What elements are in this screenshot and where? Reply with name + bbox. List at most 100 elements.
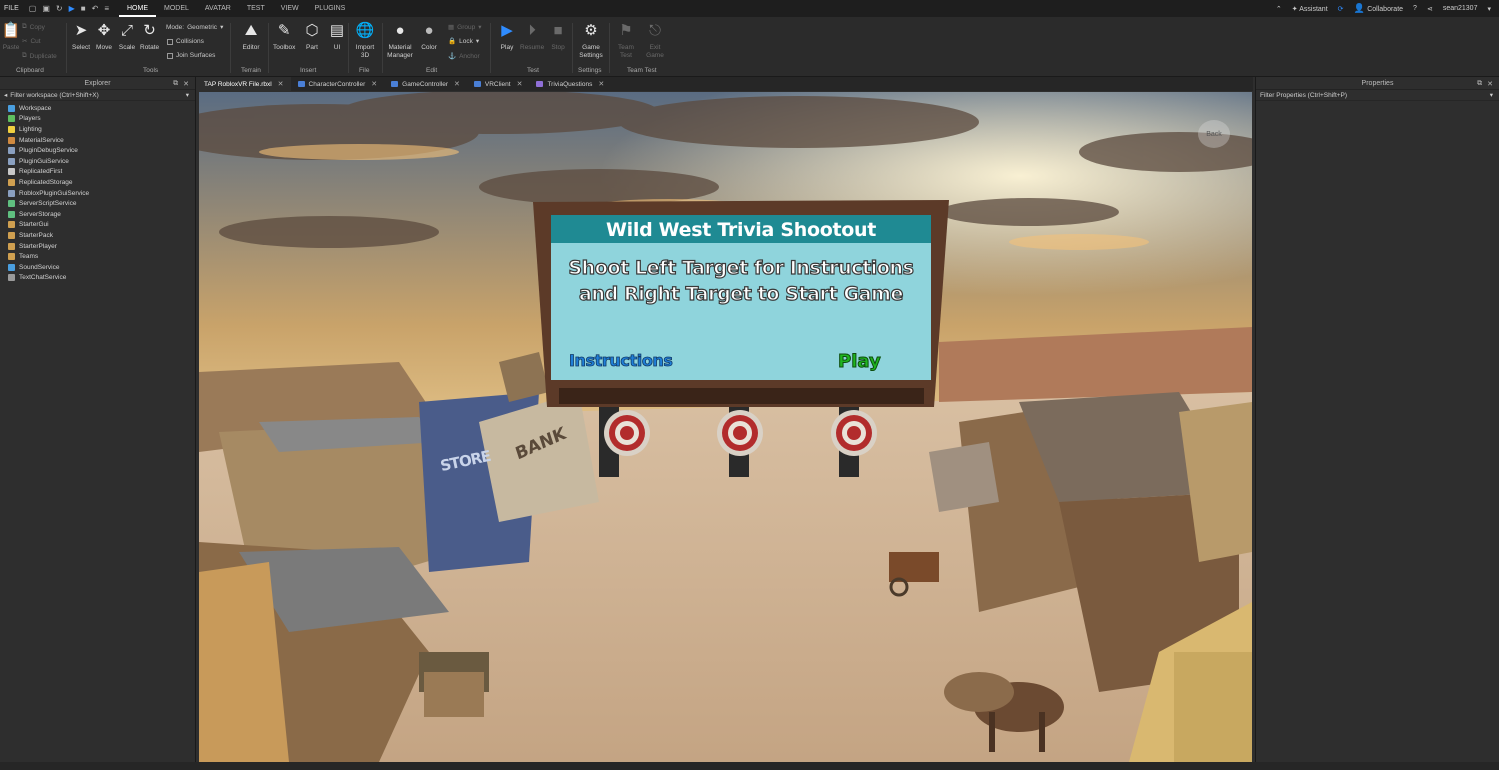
quick-play-icon[interactable]: ▶ (69, 4, 75, 13)
script-icon (391, 81, 399, 87)
explorer-item-label: SoundService (19, 263, 60, 271)
tab-gamecontroller[interactable]: GameController ✕ (384, 77, 467, 91)
undo-icon[interactable]: ↶ (92, 4, 99, 13)
part-button[interactable]: ⬡ Part (303, 21, 321, 52)
import-3d-button[interactable]: 🌐 Import 3D (354, 21, 376, 60)
explorer-item-lighting[interactable]: Lighting (0, 124, 195, 135)
tab-charactercontroller[interactable]: CharacterController ✕ (291, 77, 385, 91)
explorer-item-replicatedstorage[interactable]: ReplicatedStorage (0, 177, 195, 188)
close-tab-icon[interactable]: ✕ (371, 80, 377, 88)
replicatedstorage-icon (8, 178, 15, 186)
explorer-item-replicatedfirst[interactable]: ReplicatedFirst (0, 167, 195, 178)
customize-icon[interactable]: ≡ (104, 4, 109, 13)
paste-button[interactable]: 📋 Paste (2, 21, 21, 52)
chevron-down-icon[interactable]: ▾ (186, 91, 189, 99)
undock-icon[interactable]: ⧉ (1477, 80, 1482, 88)
explorer-item-serverscriptservice[interactable]: ServerScriptService (0, 198, 195, 209)
part-label: Part (306, 44, 318, 51)
new-file-icon[interactable]: ▢ (29, 4, 37, 13)
explorer-item-serverstorage[interactable]: ServerStorage (0, 209, 195, 220)
tab-tap-robloxvr-file-rbxl[interactable]: TAP RobloxVR File.rbxl ✕ (197, 77, 291, 91)
explorer-item-starterpack[interactable]: StarterPack (0, 230, 195, 241)
instructions-label: Instructions (569, 351, 674, 371)
toolbox-button[interactable]: ✎ Toolbox (273, 21, 295, 52)
document-tabs: TAP RobloxVR File.rbxl ✕ CharacterControll… (197, 77, 1253, 91)
help-icon[interactable]: ? (1413, 5, 1417, 12)
join-surfaces-checkbox[interactable] (167, 52, 173, 59)
ribbon-tab-model[interactable]: MODEL (156, 0, 197, 17)
explorer-item-startergui[interactable]: StarterGui (0, 220, 195, 231)
close-tab-icon[interactable]: ✕ (598, 80, 604, 88)
terrain-editor-button[interactable]: ⛰ Editor (242, 21, 260, 52)
close-tab-icon[interactable]: ✕ (454, 80, 460, 88)
billboard-line-2: and Right Target to Start Game (578, 282, 904, 305)
explorer-filter-input[interactable]: ◂ Filter workspace (Ctrl+Shift+X) ▾ (0, 90, 195, 101)
color-button[interactable]: ● Color (420, 21, 438, 52)
share-icon[interactable]: ⋖ (1427, 5, 1433, 13)
explorer-item-plugindebugservice[interactable]: PluginDebugService (0, 145, 195, 156)
account-chevron-icon[interactable]: ▾ (1487, 5, 1491, 13)
back-label: Back (1206, 130, 1222, 138)
assistant-button[interactable]: ✦ Assistant (1292, 5, 1328, 13)
stop-button[interactable]: ■ Stop (549, 21, 567, 52)
select-tool-button[interactable]: ➤ Select (72, 21, 90, 52)
collaborate-button[interactable]: 👤 Collaborate (1354, 3, 1404, 14)
material-manager-button[interactable]: ● Material Manager (386, 21, 414, 60)
explorer-item-textchatservice[interactable]: TextChatService (0, 273, 195, 284)
ribbon-tab-view[interactable]: VIEW (273, 0, 307, 17)
close-tab-icon[interactable]: ✕ (517, 80, 523, 88)
explorer-item-players[interactable]: Players (0, 114, 195, 125)
resume-button[interactable]: ⏵ Resume (520, 21, 544, 52)
explorer-item-starterplayer[interactable]: StarterPlayer (0, 241, 195, 252)
file-menu[interactable]: FILE (0, 5, 23, 12)
mode-selector[interactable]: Mode: Geometric ▾ (166, 23, 223, 32)
close-tab-icon[interactable]: ✕ (278, 80, 284, 88)
team-test-button[interactable]: ⚑ Team Test (616, 21, 636, 60)
scale-tool-button[interactable]: ⤢ Scale (118, 21, 136, 52)
join-surfaces-toggle[interactable]: Join Surfaces (167, 52, 215, 59)
back-button[interactable]: Back (1198, 120, 1230, 148)
play-button[interactable]: ▶ Play (498, 21, 516, 52)
ribbon-tab-plugins[interactable]: PLUGINS (307, 0, 354, 17)
collisions-checkbox[interactable] (167, 38, 173, 45)
explorer-item-soundservice[interactable]: SoundService (0, 262, 195, 273)
undock-icon[interactable]: ⧉ (173, 80, 178, 88)
explorer-item-teams[interactable]: Teams (0, 251, 195, 262)
serverscriptservice-icon (8, 200, 15, 208)
exit-game-button[interactable]: ⎋ Exit Game (645, 21, 665, 60)
ui-button[interactable]: ▤ UI (328, 21, 346, 52)
collapse-ribbon-icon[interactable]: ⌃ (1276, 5, 1282, 13)
cut-button[interactable]: ✂ Cut (22, 37, 41, 46)
copy-button[interactable]: ⧉ Copy (22, 23, 45, 31)
tab-vrclient[interactable]: VRClient ✕ (467, 77, 530, 91)
explorer-item-workspace[interactable]: Workspace (0, 103, 195, 114)
close-icon[interactable]: ✕ (1487, 80, 1493, 88)
chevron-down-icon[interactable]: ▾ (1490, 91, 1493, 99)
ribbon-tab-avatar[interactable]: AVATAR (197, 0, 239, 17)
tab-triviaquestions[interactable]: TriviaQuestions ✕ (529, 77, 611, 91)
game-settings-button[interactable]: ⚙ Game Settings (578, 21, 604, 60)
explorer-item-robloxpluginguiservice[interactable]: RobloxPluginGuiService (0, 188, 195, 199)
close-icon[interactable]: ✕ (183, 80, 189, 88)
duplicate-button[interactable]: ⧉ Duplicate (22, 52, 57, 60)
group-button[interactable]: ▦ Group ▾ (448, 23, 482, 32)
refresh-icon[interactable]: ⟳ (1338, 5, 1344, 13)
startergui-icon (8, 221, 15, 229)
quick-stop-icon[interactable]: ■ (81, 4, 86, 13)
collisions-toggle[interactable]: Collisions (167, 38, 204, 45)
move-tool-button[interactable]: ✥ Move (95, 21, 113, 52)
team-test-icon: ⚑ (619, 22, 633, 39)
explorer-item-materialservice[interactable]: MaterialService (0, 135, 195, 146)
3d-viewport[interactable] (199, 92, 1252, 762)
explorer-item-pluginguiservice[interactable]: PluginGuiService (0, 156, 195, 167)
ribbon-tab-home[interactable]: HOME (119, 0, 156, 17)
save-icon[interactable]: ▣ (42, 4, 50, 13)
rotate-tool-button[interactable]: ↻ Rotate (140, 21, 159, 52)
redo-icon[interactable]: ↻ (56, 4, 63, 13)
username[interactable]: sean21307 (1443, 5, 1478, 12)
anchor-button[interactable]: ⚓ Anchor (448, 52, 480, 61)
part-cube-icon: ⬡ (305, 22, 319, 39)
lock-button[interactable]: 🔒 Lock ▾ (448, 37, 479, 46)
properties-filter-input[interactable]: Filter Properties (Ctrl+Shift+P) ▾ (1256, 90, 1499, 101)
ribbon-tab-test[interactable]: TEST (239, 0, 273, 17)
